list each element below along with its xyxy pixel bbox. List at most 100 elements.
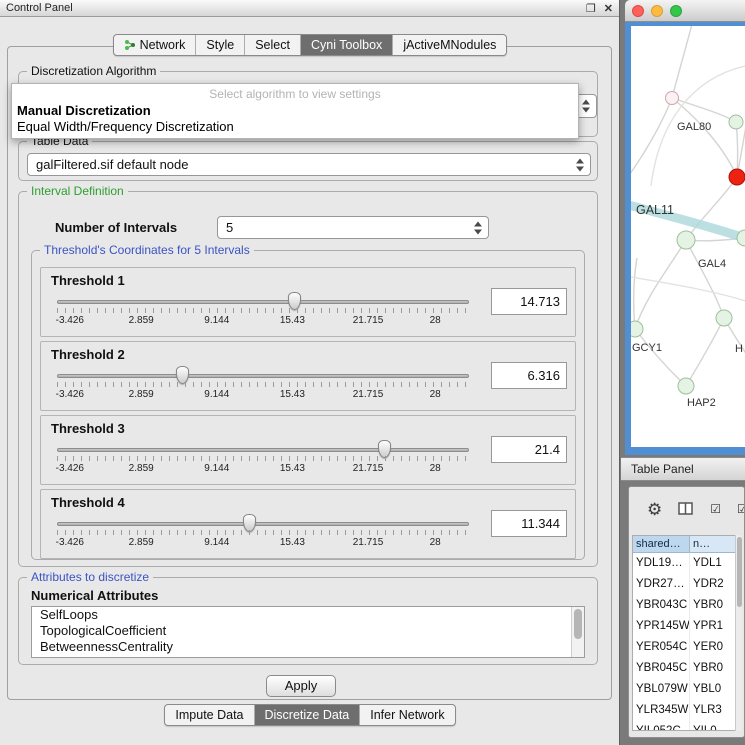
algorithm-group-title: Discretization Algorithm (27, 64, 160, 78)
tab-cyni-toolbox[interactable]: Cyni Toolbox (301, 35, 393, 55)
column-header-shared-name[interactable]: shared… (633, 536, 690, 553)
top-tab-bar: Network Style Select Cyni Toolbox jActiv… (0, 34, 620, 56)
float-window-icon[interactable]: ❐ (586, 2, 596, 15)
tab-style[interactable]: Style (196, 35, 245, 55)
tab-impute-data[interactable]: Impute Data (165, 705, 254, 725)
table-row[interactable]: YBR043CYBR0 (633, 595, 735, 616)
table-row[interactable]: YPR145WYPR1 (633, 616, 735, 637)
scrollbar-thumb[interactable] (574, 609, 582, 639)
attributes-group-title: Attributes to discretize (27, 570, 153, 584)
apply-button[interactable]: Apply (266, 675, 336, 697)
slider-track[interactable] (57, 448, 469, 452)
cell: YBL079W (633, 679, 690, 700)
scale-label: 21.715 (353, 315, 384, 326)
threshold-4-value-field[interactable]: 11.344 (491, 510, 567, 537)
cell: YBR043C (633, 595, 690, 616)
threshold-1-slider[interactable]: -3.426 2.859 9.144 15.43 21.715 28 (53, 290, 473, 334)
scale-label: 2.859 (129, 463, 154, 474)
table-panel-header[interactable]: Table Panel (621, 457, 745, 481)
network-node[interactable] (677, 231, 695, 249)
table-data-combo-value: galFiltered.sif default node (36, 157, 188, 172)
table-row[interactable]: YBL079WYBL0 (633, 679, 735, 700)
scale-label: -3.426 (56, 537, 84, 548)
slider-track[interactable] (57, 374, 469, 378)
scale-label: -3.426 (56, 315, 84, 326)
cell: YBR0 (690, 658, 735, 679)
scale-label: 21.715 (353, 463, 384, 474)
threshold-2-value-field[interactable]: 6.316 (491, 362, 567, 389)
cell: YPR1 (690, 616, 735, 637)
tab-label: Cyni Toolbox (311, 38, 382, 52)
tab-select[interactable]: Select (245, 35, 301, 55)
slider-track[interactable] (57, 300, 469, 304)
close-traffic-light[interactable] (632, 5, 644, 17)
select-all-checkbox-icon[interactable]: ☑ (710, 503, 721, 515)
node-label: H (735, 343, 743, 355)
cell: YBR045C (633, 658, 690, 679)
tab-jactivemnodules[interactable]: jActiveMNodules (393, 35, 506, 55)
table-row[interactable]: YIL052CYIL0 (633, 721, 735, 731)
select-none-checkbox-icon[interactable]: ☑ (737, 503, 745, 515)
table-scrollbar[interactable] (735, 535, 742, 731)
scale-label: 9.144 (204, 389, 229, 400)
threshold-label: Threshold 3 (51, 421, 125, 436)
table-row[interactable]: YDR27…YDR2 (633, 574, 735, 595)
list-scrollbar[interactable] (571, 607, 584, 657)
cell: YDR2 (690, 574, 735, 595)
threshold-3-slider[interactable]: -3.426 2.859 9.144 15.43 21.715 28 (53, 438, 473, 482)
minimize-traffic-light[interactable] (651, 5, 663, 17)
threshold-2-slider[interactable]: -3.426 2.859 9.144 15.43 21.715 28 (53, 364, 473, 408)
list-item[interactable]: TopologicalCoefficient (32, 623, 584, 639)
column-selector-icon[interactable] (678, 502, 694, 516)
network-node[interactable] (716, 310, 732, 326)
threshold-3-box: Threshold 3 -3.426 2.859 9.144 15.43 21.… (40, 415, 576, 485)
table-panel-title: Table Panel (631, 462, 694, 476)
scale-label: 15.43 (280, 389, 305, 400)
network-window-titlebar (625, 0, 745, 22)
network-icon (124, 39, 136, 51)
list-item[interactable]: BetweennessCentrality (32, 639, 584, 655)
dropdown-option-manual[interactable]: Manual Discretization (12, 101, 578, 118)
close-window-icon[interactable]: ✕ (604, 2, 613, 15)
numerical-attributes-label: Numerical Attributes (31, 588, 158, 603)
network-node-selected[interactable] (729, 169, 745, 185)
scale-label: -3.426 (56, 389, 84, 400)
table-row[interactable]: YBR045CYBR0 (633, 658, 735, 679)
slider-scale: -3.426 2.859 9.144 15.43 21.715 28 (53, 315, 473, 329)
combo-stepper-icon (575, 158, 585, 171)
table-row[interactable]: YLR345WYLR3 (633, 700, 735, 721)
dropdown-prompt: Select algorithm to view settings (12, 84, 578, 101)
table-data-combo[interactable]: galFiltered.sif default node (27, 153, 591, 176)
scrollbar-thumb[interactable] (737, 537, 742, 607)
network-node[interactable] (666, 92, 679, 105)
cell: YER054C (633, 637, 690, 658)
number-of-intervals-combo[interactable]: 5 (217, 216, 489, 239)
tab-infer-network[interactable]: Infer Network (360, 705, 454, 725)
scale-label: 15.43 (280, 537, 305, 548)
combo-stepper-icon (581, 100, 591, 113)
threshold-4-slider[interactable]: -3.426 2.859 9.144 15.43 21.715 28 (53, 512, 473, 556)
column-header-name[interactable]: n… (690, 536, 735, 553)
list-item[interactable]: SelfLoops (32, 607, 584, 623)
dropdown-option-equal-width[interactable]: Equal Width/Frequency Discretization (12, 118, 578, 134)
number-of-intervals-label: Number of Intervals (55, 220, 177, 235)
threshold-1-value-field[interactable]: 14.713 (491, 288, 567, 315)
slider-track[interactable] (57, 522, 469, 526)
network-node[interactable] (631, 321, 643, 337)
network-canvas[interactable]: GAL80 GAL11 GAL4 GCY1 HAP2 H (631, 26, 745, 447)
zoom-traffic-light[interactable] (670, 5, 682, 17)
cell: YPR145W (633, 616, 690, 637)
network-view-frame: GAL80 GAL11 GAL4 GCY1 HAP2 H (625, 22, 745, 455)
network-node[interactable] (678, 378, 694, 394)
tab-network[interactable]: Network (114, 35, 197, 55)
tab-label: Discretize Data (265, 708, 350, 722)
network-node-labels: GAL80 GAL11 GAL4 GCY1 HAP2 H (632, 121, 743, 409)
cell: YDR27… (633, 574, 690, 595)
threshold-3-value-field[interactable]: 21.4 (491, 436, 567, 463)
network-node[interactable] (729, 115, 743, 129)
table-row[interactable]: YER054CYER0 (633, 637, 735, 658)
table-row[interactable]: YDL19…YDL1 (633, 553, 735, 574)
gear-icon[interactable]: ⚙ (647, 501, 662, 518)
top-tab-segment: Network Style Select Cyni Toolbox jActiv… (113, 34, 508, 56)
tab-discretize-data[interactable]: Discretize Data (255, 705, 361, 725)
